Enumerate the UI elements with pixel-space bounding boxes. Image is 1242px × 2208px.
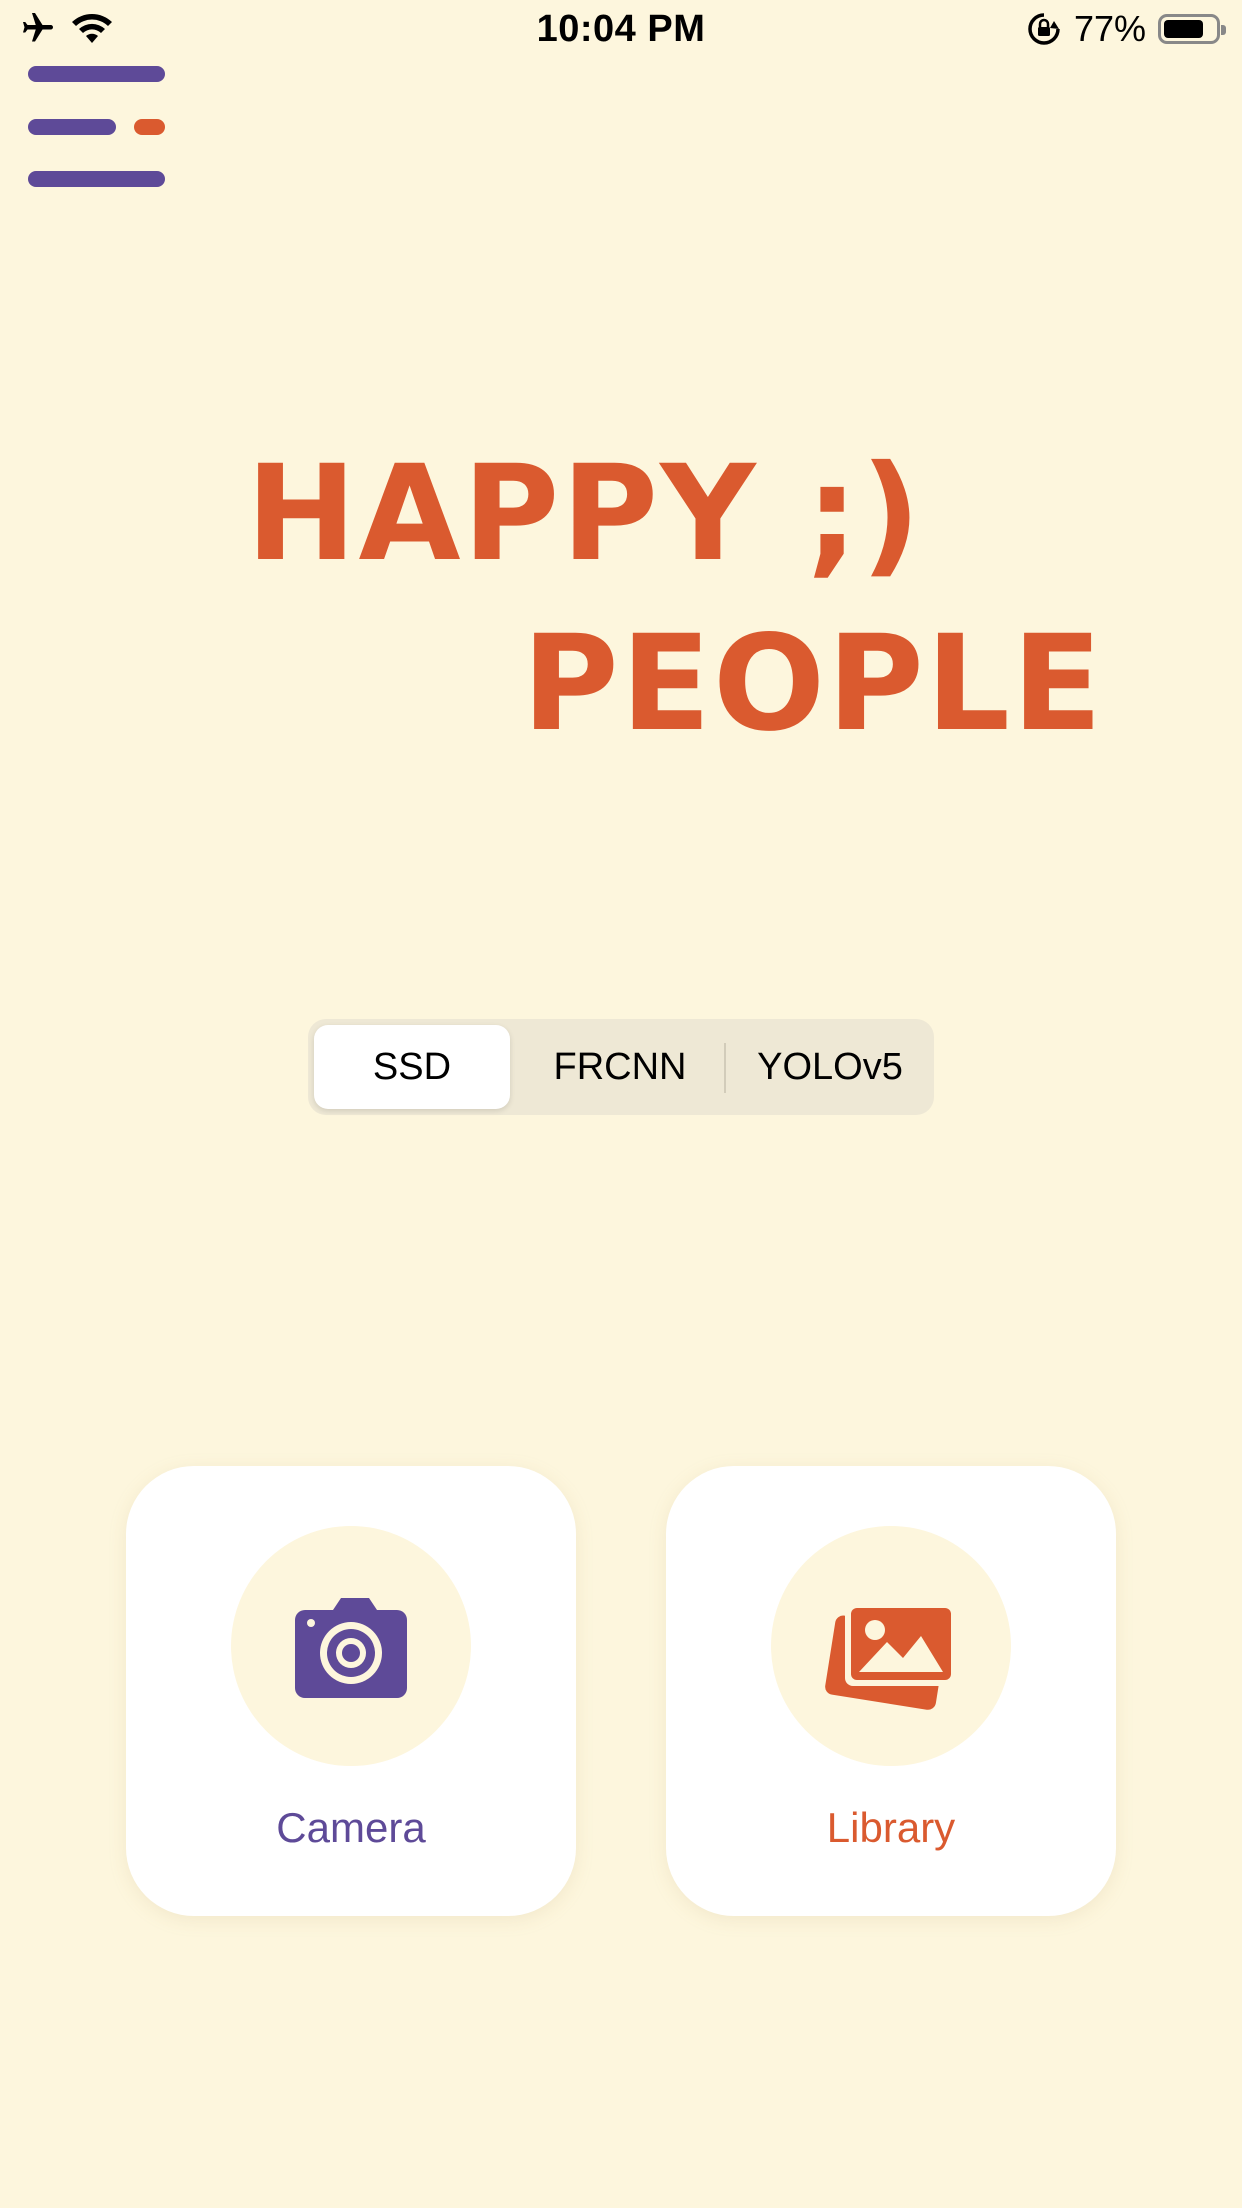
segment-yolov5[interactable]: YOLOv5 <box>732 1025 928 1109</box>
hamburger-menu-icon[interactable] <box>28 64 168 194</box>
model-selector: SSD FRCNN YOLOv5 <box>308 1019 934 1115</box>
menu-line-middle-accent <box>134 119 165 135</box>
menu-line-middle <box>28 119 116 135</box>
library-button[interactable]: Library <box>666 1466 1116 1916</box>
segment-ssd[interactable]: SSD <box>314 1025 510 1109</box>
camera-icon-circle <box>231 1526 471 1766</box>
library-icon-circle <box>771 1526 1011 1766</box>
battery-cap <box>1221 25 1226 35</box>
menu-line-top <box>28 66 165 82</box>
battery-percent: 77% <box>1073 8 1146 49</box>
title-people: PEOPLE <box>522 607 1105 761</box>
menu-line-bottom <box>28 171 165 187</box>
segment-divider <box>724 1043 726 1093</box>
orientation-lock-icon <box>1028 13 1060 45</box>
camera-icon <box>295 1598 407 1698</box>
library-label: Library <box>826 1804 956 1851</box>
battery-fill <box>1164 20 1203 38</box>
title-happy: HAPPY ;) <box>246 437 923 591</box>
home-screen: 10:04 PM 77% HAPPY ;) PEOPLE SSD FRCNN Y… <box>0 0 1242 2208</box>
photo-library-icon <box>825 1602 957 1710</box>
camera-label: Camera <box>276 1804 426 1851</box>
segment-frcnn[interactable]: FRCNN <box>522 1025 718 1109</box>
battery-icon <box>1158 14 1226 44</box>
status-bar: 10:04 PM 77% <box>0 0 1242 60</box>
camera-button[interactable]: Camera <box>126 1466 576 1916</box>
status-right: 77% <box>1026 8 1226 50</box>
